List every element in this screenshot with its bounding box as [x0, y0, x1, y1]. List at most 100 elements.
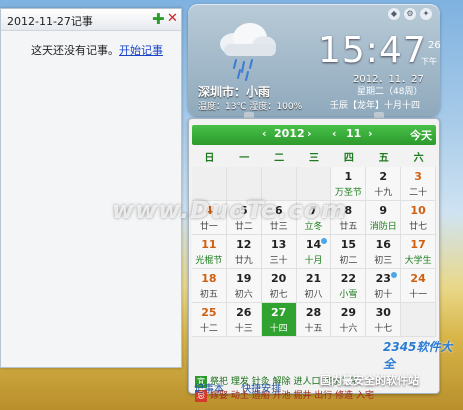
day-cell[interactable]: 18 初五: [192, 269, 227, 303]
lunar-label: 廿七: [409, 222, 428, 232]
day-cell[interactable]: 14 十月: [296, 235, 332, 269]
lunar-label: 廿五: [339, 222, 358, 232]
day-number: 20: [270, 272, 287, 285]
day-cell[interactable]: 6 廿三: [261, 201, 297, 235]
day-number: 17: [410, 238, 426, 251]
clock-date: 2012．11．27: [353, 74, 424, 85]
lunar-label: 小雪: [339, 290, 358, 300]
day-cell[interactable]: 11 光棍节: [192, 235, 227, 269]
day-cell[interactable]: 15 初二: [331, 235, 367, 269]
day-cell[interactable]: 21 初八: [296, 269, 332, 303]
day-number: 22: [340, 272, 357, 285]
day-cell: [401, 303, 437, 337]
year-label[interactable]: 2012: [274, 127, 305, 140]
weekday-label: 五: [378, 153, 389, 164]
calendar-week-row: 11 光棍节 12 廿九 13 三十 14 十月 15 初二 16 初三 17 大学生: [192, 235, 437, 269]
lunar-label: 廿九: [234, 256, 253, 266]
notes-empty-text: 这天还没有记事。: [31, 44, 119, 57]
plus-icon[interactable]: ✚: [152, 11, 165, 27]
lunar-label: 初三: [374, 256, 393, 266]
prev-year-button[interactable]: ‹: [262, 127, 267, 140]
day-cell[interactable]: 23 初十: [366, 269, 402, 303]
day-cell[interactable]: 24 十一: [401, 269, 437, 303]
day-number: 12: [236, 238, 252, 251]
day-cell[interactable]: 20 初七: [261, 269, 297, 303]
day-cell[interactable]: 22 小雪: [331, 269, 367, 303]
day-number: 7: [309, 204, 318, 217]
schedule-link[interactable]: 快捷安排: [241, 384, 281, 395]
day-number: 15: [340, 238, 357, 251]
month-label[interactable]: 11: [346, 127, 361, 140]
day-number: 21: [305, 272, 322, 285]
lunar-label: 初十: [374, 290, 393, 300]
lunar-label: 初六: [234, 290, 253, 300]
start-notes-link[interactable]: 开始记事: [119, 44, 163, 57]
calendar-grid: 1 万圣节 2 十九 3 二十 4 廿一 5 廿二 6 廿三 7 立冬 8 廿五 9 消防日 10 廿七 11 光棍节 12…: [192, 167, 437, 337]
day-cell[interactable]: 13 三十: [261, 235, 297, 269]
weekday-label: 日: [204, 153, 215, 164]
day-cell[interactable]: 1 万圣节: [331, 167, 367, 201]
day-cell[interactable]: 29 十六: [331, 303, 367, 337]
day-cell[interactable]: 7 立冬: [296, 201, 332, 235]
weekday-header: 日 一 二 三 四 五 六: [192, 149, 436, 165]
day-number: 5: [239, 204, 248, 217]
day-number: 10: [410, 204, 426, 217]
day-number: 29: [340, 306, 357, 319]
lunar-label: 初二: [339, 256, 358, 266]
next-year-button[interactable]: ›: [307, 127, 312, 140]
calendar-week-row: 25 十二 26 十三 27 十四 28 十五 29 十六 30 十七: [192, 303, 437, 337]
day-number: 26: [236, 306, 252, 319]
lunar-label: 光棍节: [195, 256, 223, 266]
day-cell[interactable]: 25 十二: [192, 303, 227, 337]
day-cell: [192, 167, 227, 201]
weather-city[interactable]: 深圳市：小雨: [198, 83, 270, 100]
prev-month-button[interactable]: ‹: [332, 127, 337, 140]
day-number: 19: [236, 272, 252, 285]
calendar-week-row: 18 初五 19 初六 20 初七 21 初八 22 小雪 23 初十 24 十一: [192, 269, 437, 303]
day-cell[interactable]: 17 大学生: [401, 235, 437, 269]
day-cell[interactable]: 8 廿五: [331, 201, 367, 235]
day-cell[interactable]: 19 初六: [226, 269, 262, 303]
close-icon[interactable]: ✕: [167, 11, 178, 27]
day-cell[interactable]: 26 十三: [226, 303, 262, 337]
day-cell[interactable]: 30 十七: [366, 303, 402, 337]
next-month-button[interactable]: ›: [368, 127, 373, 140]
lunar-label: 十三: [234, 324, 253, 334]
lunar-label: 万圣节: [334, 188, 362, 198]
day-cell[interactable]: 16 初三: [366, 235, 402, 269]
day-cell[interactable]: 4 廿一: [192, 201, 227, 235]
lunar-label: 大学生: [404, 256, 432, 266]
day-cell[interactable]: 3 二十: [401, 167, 437, 201]
day-cell[interactable]: 9 消防日: [366, 201, 402, 235]
pin-icon[interactable]: ✦: [420, 8, 432, 20]
notes-panel: 2012-11-27记事 ✚ ✕ 这天还没有记事。开始记事: [0, 8, 182, 368]
day-cell[interactable]: 2 十九: [366, 167, 402, 201]
today-button[interactable]: 今天: [410, 127, 432, 143]
day-cell: [296, 167, 332, 201]
skin-icon[interactable]: ◆: [388, 8, 400, 20]
day-number: 27: [270, 306, 287, 319]
rain-cloud-icon: [220, 23, 276, 81]
clock-time: 15:47: [318, 30, 427, 71]
day-cell[interactable]: 5 廿二: [226, 201, 262, 235]
weather-clock-card: ◆ ⚙ ✦ 深圳市：小雨 温度：13℃ 湿度：100% 15:47 26 下午 …: [188, 4, 441, 116]
day-cell[interactable]: 27 十四: [261, 303, 297, 337]
lunar-label: 消防日: [369, 222, 397, 232]
weekday-label: 一: [239, 153, 250, 164]
lunar-label: 初五: [199, 290, 218, 300]
lunar-label: 初八: [304, 290, 323, 300]
day-number: 13: [270, 238, 287, 251]
lunar-label: 廿二: [234, 222, 253, 232]
clock-weekday: 星期二（48周）: [357, 87, 423, 97]
bottom-links: 记事本 快捷安排: [194, 380, 295, 395]
settings-icon[interactable]: ⚙: [404, 8, 416, 20]
day-cell[interactable]: 10 廿七: [401, 201, 437, 235]
notes-link[interactable]: 记事本: [194, 384, 224, 395]
day-cell[interactable]: 12 廿九: [226, 235, 262, 269]
day-cell[interactable]: 28 十五: [296, 303, 332, 337]
day-number: 8: [344, 204, 353, 217]
notes-date-title: 2012-11-27记事: [7, 15, 93, 28]
day-number: 30: [375, 306, 391, 319]
weekday-label: 四: [343, 153, 354, 164]
day-cell: [261, 167, 297, 201]
